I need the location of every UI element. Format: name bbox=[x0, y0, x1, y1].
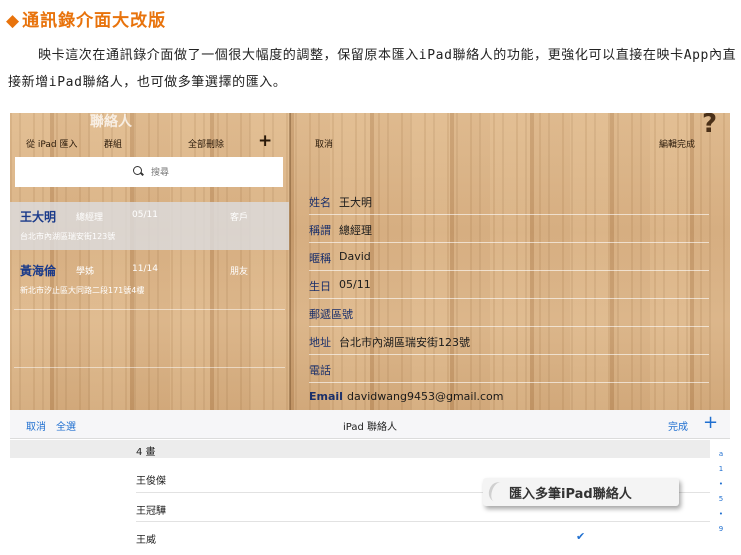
field-label: 電話 bbox=[309, 364, 331, 377]
callout-hook-icon bbox=[486, 479, 509, 505]
field-label: 地址 bbox=[309, 336, 331, 349]
checkmark-icon: ✔ bbox=[576, 530, 586, 543]
list-divider bbox=[136, 521, 710, 522]
field-label: 暱稱 bbox=[309, 252, 331, 265]
list-item[interactable]: 王威 bbox=[136, 531, 156, 546]
contact-row[interactable]: 王大明 總經理 05/11 客戶 台北市內湖區瑞安街123號 bbox=[10, 202, 289, 250]
field-address[interactable]: 地址 台北市內湖區瑞安街123號 bbox=[309, 328, 709, 355]
contact-name: 黃海倫 bbox=[20, 264, 57, 278]
edit-done-button[interactable]: 編輯完成 bbox=[659, 137, 695, 150]
delete-all-button[interactable]: 全部刪除 bbox=[188, 137, 224, 150]
article-heading: ◆ 通訊錄介面大改版 bbox=[6, 6, 166, 31]
section-index[interactable]: a 1 • 5 • 9 bbox=[716, 450, 726, 540]
app-screenshot: 聯絡人 從 iPad 匯入 群組 全部刪除 + 搜尋 王大明 總經理 05/11… bbox=[10, 113, 730, 410]
contact-group: 朋友 bbox=[230, 267, 249, 277]
contact-address: 台北市內湖區瑞安街123號 bbox=[20, 232, 116, 241]
contacts-title: 聯絡人 bbox=[90, 114, 132, 130]
paragraph-text: 映卡這次在通訊錄介面做了一個很大幅度的調整，保留原本匯入iPad聯絡人的功能，更… bbox=[8, 48, 737, 90]
search-icon bbox=[133, 166, 142, 175]
index-letter[interactable]: 1 bbox=[716, 465, 726, 480]
field-value: 王大明 bbox=[339, 196, 372, 209]
contact-date: 05/11 bbox=[132, 210, 158, 220]
index-letter[interactable]: 9 bbox=[716, 525, 726, 540]
field-title[interactable]: 稱謂 總經理 bbox=[309, 216, 709, 243]
contact-title: 學姊 bbox=[76, 267, 95, 277]
add-contact-button[interactable]: + bbox=[258, 131, 272, 151]
row-separator bbox=[14, 367, 285, 368]
list-item[interactable]: 王俊傑 bbox=[136, 472, 166, 487]
contact-name: 王大明 bbox=[20, 210, 57, 224]
field-value: davidwang9453@gmail.com bbox=[347, 390, 504, 403]
contact-group: 客戶 bbox=[230, 213, 249, 223]
contact-date: 11/14 bbox=[132, 264, 158, 274]
contact-row[interactable]: 黃海倫 學姊 11/14 朋友 新北市汐止區大同路二段171號4樓 bbox=[10, 256, 289, 304]
field-nickname[interactable]: 暱稱 David bbox=[309, 244, 709, 271]
picker-title: iPad 聯絡人 bbox=[342, 422, 397, 433]
picker-done-button[interactable]: 完成 bbox=[668, 418, 688, 433]
field-phone[interactable]: 電話 bbox=[309, 356, 709, 383]
picker-toolbar: 取消 全選 iPad 聯絡人 完成 + bbox=[10, 410, 730, 439]
field-label: 生日 bbox=[309, 280, 331, 293]
field-label: 姓名 bbox=[309, 196, 331, 209]
field-birthday[interactable]: 生日 05/11 bbox=[309, 272, 709, 299]
field-value: 05/11 bbox=[339, 278, 371, 291]
groups-button[interactable]: 群組 bbox=[104, 137, 122, 150]
cancel-button[interactable]: 取消 bbox=[315, 137, 333, 150]
index-letter[interactable]: 5 bbox=[716, 495, 726, 510]
field-label: 稱謂 bbox=[309, 224, 331, 237]
field-postal-code[interactable]: 郵遞區號 bbox=[309, 300, 709, 327]
field-value: David bbox=[339, 250, 371, 263]
field-label: 郵遞區號 bbox=[309, 308, 353, 321]
panel-divider bbox=[289, 113, 291, 410]
contact-address: 新北市汐止區大同路二段171號4樓 bbox=[20, 286, 145, 295]
help-icon[interactable]: ? bbox=[702, 113, 717, 139]
index-letter[interactable]: a bbox=[716, 450, 726, 465]
field-name[interactable]: 姓名 王大明 bbox=[309, 188, 709, 215]
import-from-ipad-button[interactable]: 從 iPad 匯入 bbox=[26, 137, 77, 150]
contact-title: 總經理 bbox=[76, 213, 104, 223]
diamond-icon: ◆ bbox=[6, 11, 21, 31]
heading-text: 通訊錄介面大改版 bbox=[22, 11, 167, 31]
field-label: Email bbox=[309, 390, 343, 403]
search-placeholder: 搜尋 bbox=[151, 168, 170, 178]
callout-label: 匯入多筆iPad聯絡人 bbox=[483, 478, 679, 506]
picker-add-button[interactable]: + bbox=[703, 412, 718, 433]
section-label: 4 畫 bbox=[136, 447, 156, 458]
field-value: 台北市內湖區瑞安街123號 bbox=[339, 336, 470, 349]
search-input[interactable]: 搜尋 bbox=[15, 157, 283, 187]
list-item[interactable]: 王冠驊 bbox=[136, 502, 166, 517]
field-value: 總經理 bbox=[339, 224, 372, 237]
article-paragraph: 映卡這次在通訊錄介面做了一個很大幅度的調整，保留原本匯入iPad聯絡人的功能，更… bbox=[8, 42, 738, 96]
index-letter[interactable]: • bbox=[716, 510, 726, 525]
row-separator bbox=[14, 309, 285, 310]
index-letter[interactable]: • bbox=[716, 480, 726, 495]
field-email[interactable]: Email davidwang9453@gmail.com bbox=[309, 384, 709, 410]
section-header: 4 畫 bbox=[10, 440, 710, 458]
callout-text: 匯入多筆iPad聯絡人 bbox=[509, 487, 632, 502]
